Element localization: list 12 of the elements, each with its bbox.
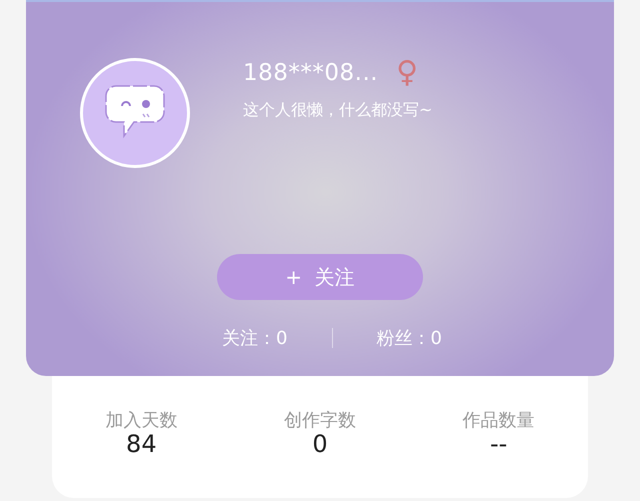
stat-value: --: [490, 430, 508, 458]
stat-value: 84: [126, 430, 157, 458]
followers-count[interactable]: 粉丝：0: [376, 326, 442, 350]
user-name: 188***08...: [243, 60, 378, 86]
user-bio: 这个人很懒，什么都没写~: [243, 100, 432, 121]
stat-label: 加入天数: [105, 409, 178, 432]
stat-label: 创作字数: [284, 409, 356, 432]
following-count[interactable]: 关注：0: [222, 326, 288, 350]
stat-label: 作品数量: [462, 409, 535, 432]
gender-symbol: ♀: [396, 58, 418, 88]
follow-button[interactable]: + 关注: [217, 254, 423, 300]
stat-value: 0: [312, 430, 328, 458]
